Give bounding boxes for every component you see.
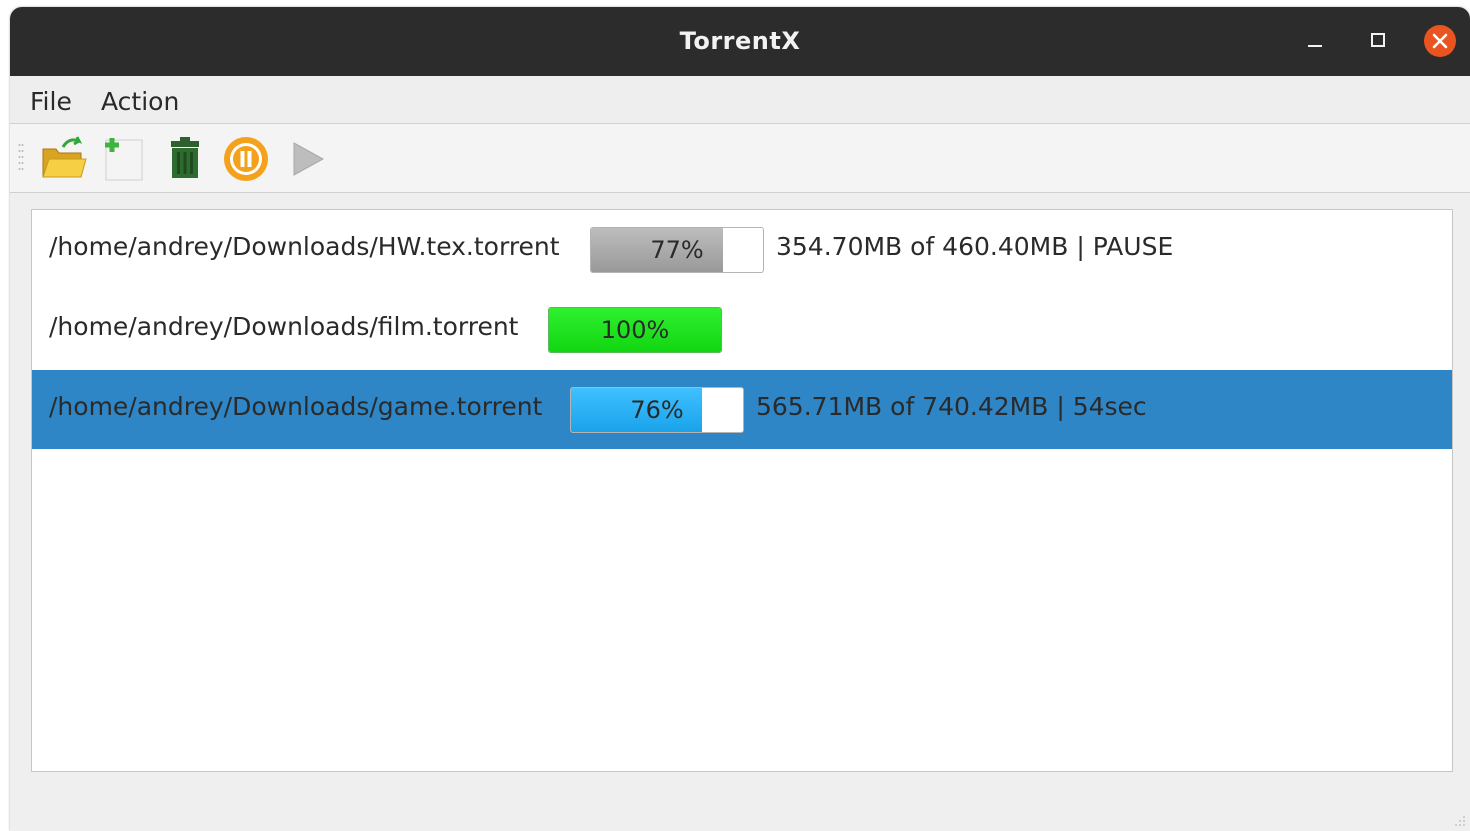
progress-percent: 76% [630, 396, 684, 424]
open-torrent-button[interactable] [39, 135, 87, 183]
menu-bar: File Action [10, 76, 1470, 124]
minimize-button[interactable] [1298, 24, 1332, 58]
menu-file[interactable]: File [28, 87, 74, 116]
torrent-list[interactable]: /home/andrey/Downloads/HW.tex.torrent 77… [31, 209, 1453, 772]
resume-button[interactable] [283, 135, 331, 183]
torrent-row[interactable]: /home/andrey/Downloads/film.torrent 100% [32, 290, 1452, 369]
menu-action[interactable]: Action [99, 87, 181, 116]
close-button[interactable] [1423, 24, 1457, 58]
progress-percent: 100% [600, 316, 670, 344]
torrent-path: /home/andrey/Downloads/game.torrent [49, 392, 543, 421]
pause-icon [224, 137, 268, 181]
torrent-path: /home/andrey/Downloads/film.torrent [49, 312, 519, 341]
resize-grip-icon[interactable] [1452, 813, 1466, 827]
torrent-path: /home/andrey/Downloads/HW.tex.torrent [49, 232, 560, 261]
minimize-icon [1308, 45, 1322, 47]
title-bar[interactable]: TorrentX [10, 7, 1470, 76]
torrent-row-selected[interactable]: /home/andrey/Downloads/game.torrent 76% … [32, 370, 1452, 449]
delete-torrent-button[interactable] [161, 135, 209, 183]
window-title: TorrentX [679, 27, 801, 55]
pause-button[interactable] [222, 135, 270, 183]
open-folder-icon [42, 136, 87, 178]
progress-percent: 77% [650, 236, 704, 264]
close-icon [1424, 25, 1456, 57]
torrent-row[interactable]: /home/andrey/Downloads/HW.tex.torrent 77… [32, 210, 1452, 289]
torrent-status: 354.70MB of 460.40MB | PAUSE [776, 232, 1174, 261]
app-window: TorrentX File Action /home/andrey/Downlo… [10, 7, 1470, 831]
progress-bar: 100% [548, 307, 722, 353]
toolbar-grip-icon[interactable] [18, 142, 24, 176]
progress-bar: 77% [590, 227, 764, 273]
trash-icon [171, 137, 199, 178]
maximize-icon [1371, 33, 1385, 47]
add-torrent-button[interactable] [100, 135, 148, 183]
maximize-button[interactable] [1361, 24, 1395, 58]
new-file-icon [105, 138, 143, 181]
play-icon [293, 142, 325, 176]
toolbar [10, 124, 1470, 193]
torrent-status: 565.71MB of 740.42MB | 54sec [756, 392, 1147, 421]
progress-bar: 76% [570, 387, 744, 433]
